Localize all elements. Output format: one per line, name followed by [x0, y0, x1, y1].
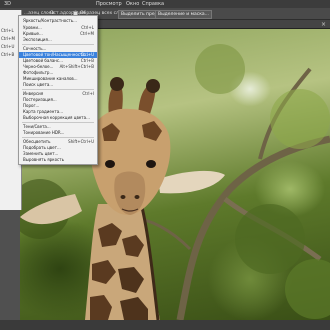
menu-separator [22, 137, 94, 138]
parent-menu-shortcut-balance[interactable]: Ctrl+B [1, 52, 14, 57]
menu-separator [22, 44, 94, 45]
select-and-mask-button[interactable]: Выделение и маска... [155, 10, 212, 19]
menu-item-exposure[interactable]: Экспозиция... [19, 37, 97, 43]
parent-menu-shortcut-curves[interactable]: Ctrl+M [1, 36, 15, 41]
close-icon[interactable]: × [321, 20, 326, 29]
menu-separator [22, 122, 94, 123]
menu-separator [22, 89, 94, 90]
menubar: 3D Просмотр Окно Справка [0, 0, 330, 8]
menu-view[interactable]: Просмотр [96, 0, 122, 8]
menu-help[interactable]: Справка [142, 0, 164, 8]
menu-item-hdr-toning[interactable]: Тонирование HDR... [19, 130, 97, 136]
menu-item-color-lookup[interactable]: Поиск цвета... [19, 82, 97, 88]
parent-menu-shortcut-levels[interactable]: Ctrl+L [1, 28, 14, 33]
status-bar [0, 320, 330, 330]
menu-item-selective-color[interactable]: Выборочная коррекция цвета... [19, 115, 97, 121]
parent-menu-shortcut-hue[interactable]: Ctrl+U [1, 44, 14, 49]
menu-item-equalize[interactable]: Выровнять яркость [19, 157, 97, 163]
menu-window[interactable]: Окно [126, 0, 139, 8]
menu-3d[interactable]: 3D [4, 0, 11, 8]
menu-item-brightness-contrast[interactable]: Яркость/Контрастность... [19, 18, 97, 24]
adjustments-submenu: Яркость/Контрастность... Уровни... Ctrl+L… [18, 15, 98, 165]
